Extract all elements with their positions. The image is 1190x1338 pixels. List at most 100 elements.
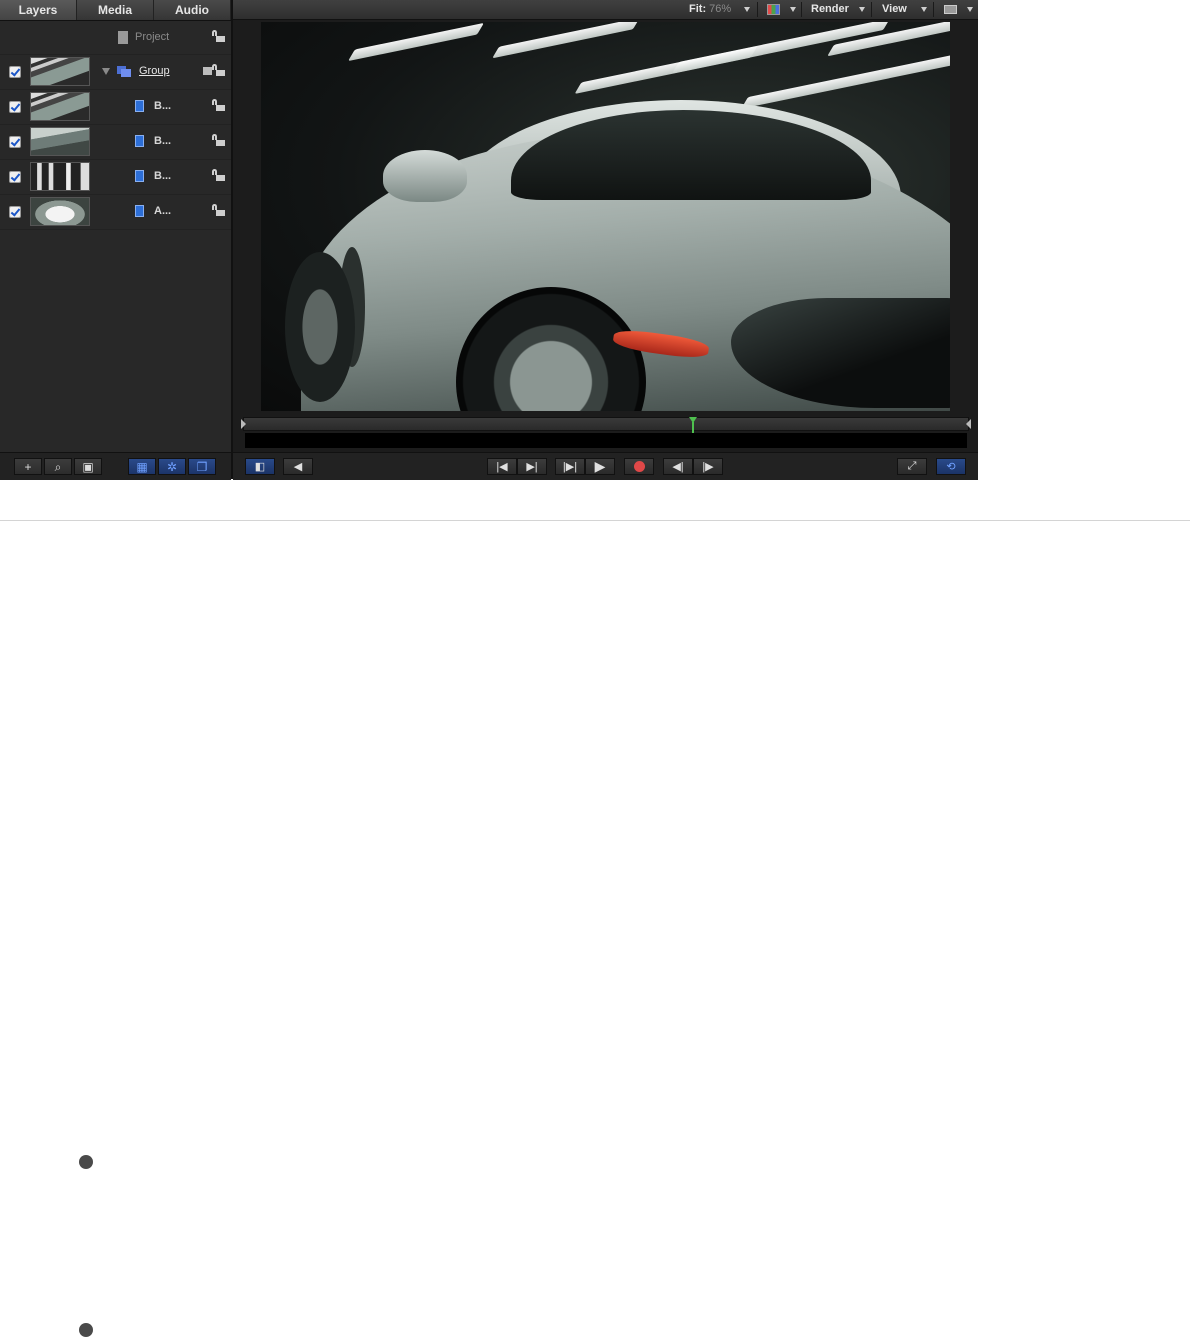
separator: [757, 2, 758, 17]
import-button[interactable]: ▣: [74, 458, 102, 475]
play-button[interactable]: ▶: [585, 458, 615, 475]
step-end-button[interactable]: |▶|: [555, 458, 585, 475]
gear-icon: ✲: [166, 460, 178, 474]
color-channels-icon[interactable]: [767, 4, 780, 15]
layer-row[interactable]: B...: [0, 90, 231, 125]
next-frame-button[interactable]: |▶: [693, 458, 723, 475]
separator: [801, 2, 802, 17]
loop-button[interactable]: ⟲: [936, 458, 966, 475]
canvas-viewer[interactable]: [261, 22, 950, 411]
audio-button[interactable]: ◀: [283, 458, 313, 475]
panel-toggle-icon: ◧: [254, 461, 266, 473]
layers-icon: ❐: [196, 460, 208, 474]
image-layer-icon: [135, 100, 144, 112]
search-button[interactable]: ⌕: [44, 458, 72, 475]
playhead[interactable]: [688, 417, 697, 435]
car-rear-wheel: [285, 252, 355, 402]
fit-label: Fit:: [689, 3, 707, 15]
layer-thumbnail: [30, 57, 90, 86]
canvas-toolbar: Fit: 76% Render View: [233, 0, 978, 20]
layer-label: B...: [154, 170, 172, 182]
tab-audio[interactable]: Audio: [154, 0, 231, 20]
layer-thumbnail: [30, 92, 90, 121]
lock-icon[interactable]: [212, 204, 225, 216]
chevron-down-icon[interactable]: [790, 7, 796, 12]
render-menu[interactable]: Render: [811, 0, 849, 19]
step-end-icon: |▶|: [562, 461, 578, 473]
fullscreen-button[interactable]: ⤢: [897, 458, 927, 475]
go-to-end-button[interactable]: ▶|: [517, 458, 547, 475]
fit-menu[interactable]: Fit: 76%: [689, 0, 731, 19]
mask-icon[interactable]: [203, 67, 212, 75]
layer-row[interactable]: A...: [0, 195, 231, 230]
layer-row[interactable]: B...: [0, 125, 231, 160]
image-layer-icon: [135, 170, 144, 182]
go-to-start-button[interactable]: |◀: [487, 458, 517, 475]
project-label: Project: [135, 31, 170, 43]
image-layer-icon: [135, 135, 144, 147]
layer-thumbnail: [30, 197, 90, 226]
fullscreen-icon: ⤢: [907, 460, 917, 472]
add-button[interactable]: +: [14, 458, 42, 475]
mini-timeline[interactable]: [241, 417, 971, 435]
audio-icon: ◀: [293, 461, 303, 473]
lock-icon[interactable]: [212, 64, 225, 76]
separator: [871, 2, 872, 17]
chevron-down-icon[interactable]: [967, 7, 973, 12]
layer-row[interactable]: B...: [0, 160, 231, 195]
tab-layers[interactable]: Layers: [0, 0, 77, 20]
prev-frame-icon: ◀|: [672, 461, 684, 473]
tab-media[interactable]: Media: [77, 0, 154, 20]
disclosure-triangle-icon[interactable]: [102, 68, 110, 75]
play-range-out-icon[interactable]: [966, 419, 971, 429]
section-divider: [0, 520, 1190, 521]
ceiling-light: [741, 51, 950, 109]
car-mirror: [383, 150, 467, 202]
layer-row-group[interactable]: Group: [0, 55, 231, 90]
canvas-area: Fit: 76% Render View ◧ ◀ |◀ ▶| |▶| ▶ ◀| …: [233, 0, 978, 480]
search-icon: ⌕: [54, 460, 62, 474]
go-to-end-icon: ▶|: [526, 461, 538, 473]
layer-thumbnail: [30, 162, 90, 191]
lock-icon[interactable]: [212, 30, 225, 42]
play-range-in-icon[interactable]: [241, 419, 246, 429]
panel-toggle-button[interactable]: ◧: [245, 458, 275, 475]
lock-icon[interactable]: [212, 134, 225, 146]
next-frame-icon: |▶: [702, 461, 714, 473]
visibility-checkbox[interactable]: [9, 101, 21, 113]
layer-label: B...: [154, 135, 172, 147]
chevron-down-icon[interactable]: [921, 7, 927, 12]
layers-button[interactable]: ❐: [188, 458, 216, 475]
settings-button[interactable]: ✲: [158, 458, 186, 475]
list-bullet: [79, 1155, 93, 1169]
grid-icon: ▦: [136, 460, 148, 474]
image-layer-icon: [135, 205, 144, 217]
lock-icon[interactable]: [212, 99, 225, 111]
prev-frame-button[interactable]: ◀|: [663, 458, 693, 475]
layer-label: A...: [154, 205, 172, 217]
visibility-checkbox[interactable]: [9, 136, 21, 148]
record-button[interactable]: [624, 458, 654, 475]
layer-row-project[interactable]: Project: [0, 21, 231, 55]
ceiling-light: [492, 22, 640, 59]
project-pane: Layers Media Audio Project Group B... B.…: [0, 0, 233, 480]
group-icon: [117, 66, 131, 78]
project-icon: [118, 31, 128, 44]
pane-tabs: Layers Media Audio: [0, 0, 231, 21]
visibility-checkbox[interactable]: [9, 171, 21, 183]
media-import-icon: ▣: [82, 460, 94, 474]
grid-button[interactable]: ▦: [128, 458, 156, 475]
chevron-down-icon[interactable]: [859, 7, 865, 12]
ceiling-light: [348, 22, 484, 62]
fit-value: 76%: [709, 3, 732, 15]
lock-icon[interactable]: [212, 169, 225, 181]
visibility-checkbox[interactable]: [9, 66, 21, 78]
layout-icon[interactable]: [944, 5, 957, 14]
layers-list: Project Group B... B... B... A...: [0, 21, 231, 230]
chevron-down-icon[interactable]: [744, 7, 750, 12]
separator: [933, 2, 934, 17]
list-bullet: [79, 1323, 93, 1337]
visibility-checkbox[interactable]: [9, 206, 21, 218]
play-icon: ▶: [594, 458, 606, 474]
view-menu[interactable]: View: [882, 0, 907, 19]
